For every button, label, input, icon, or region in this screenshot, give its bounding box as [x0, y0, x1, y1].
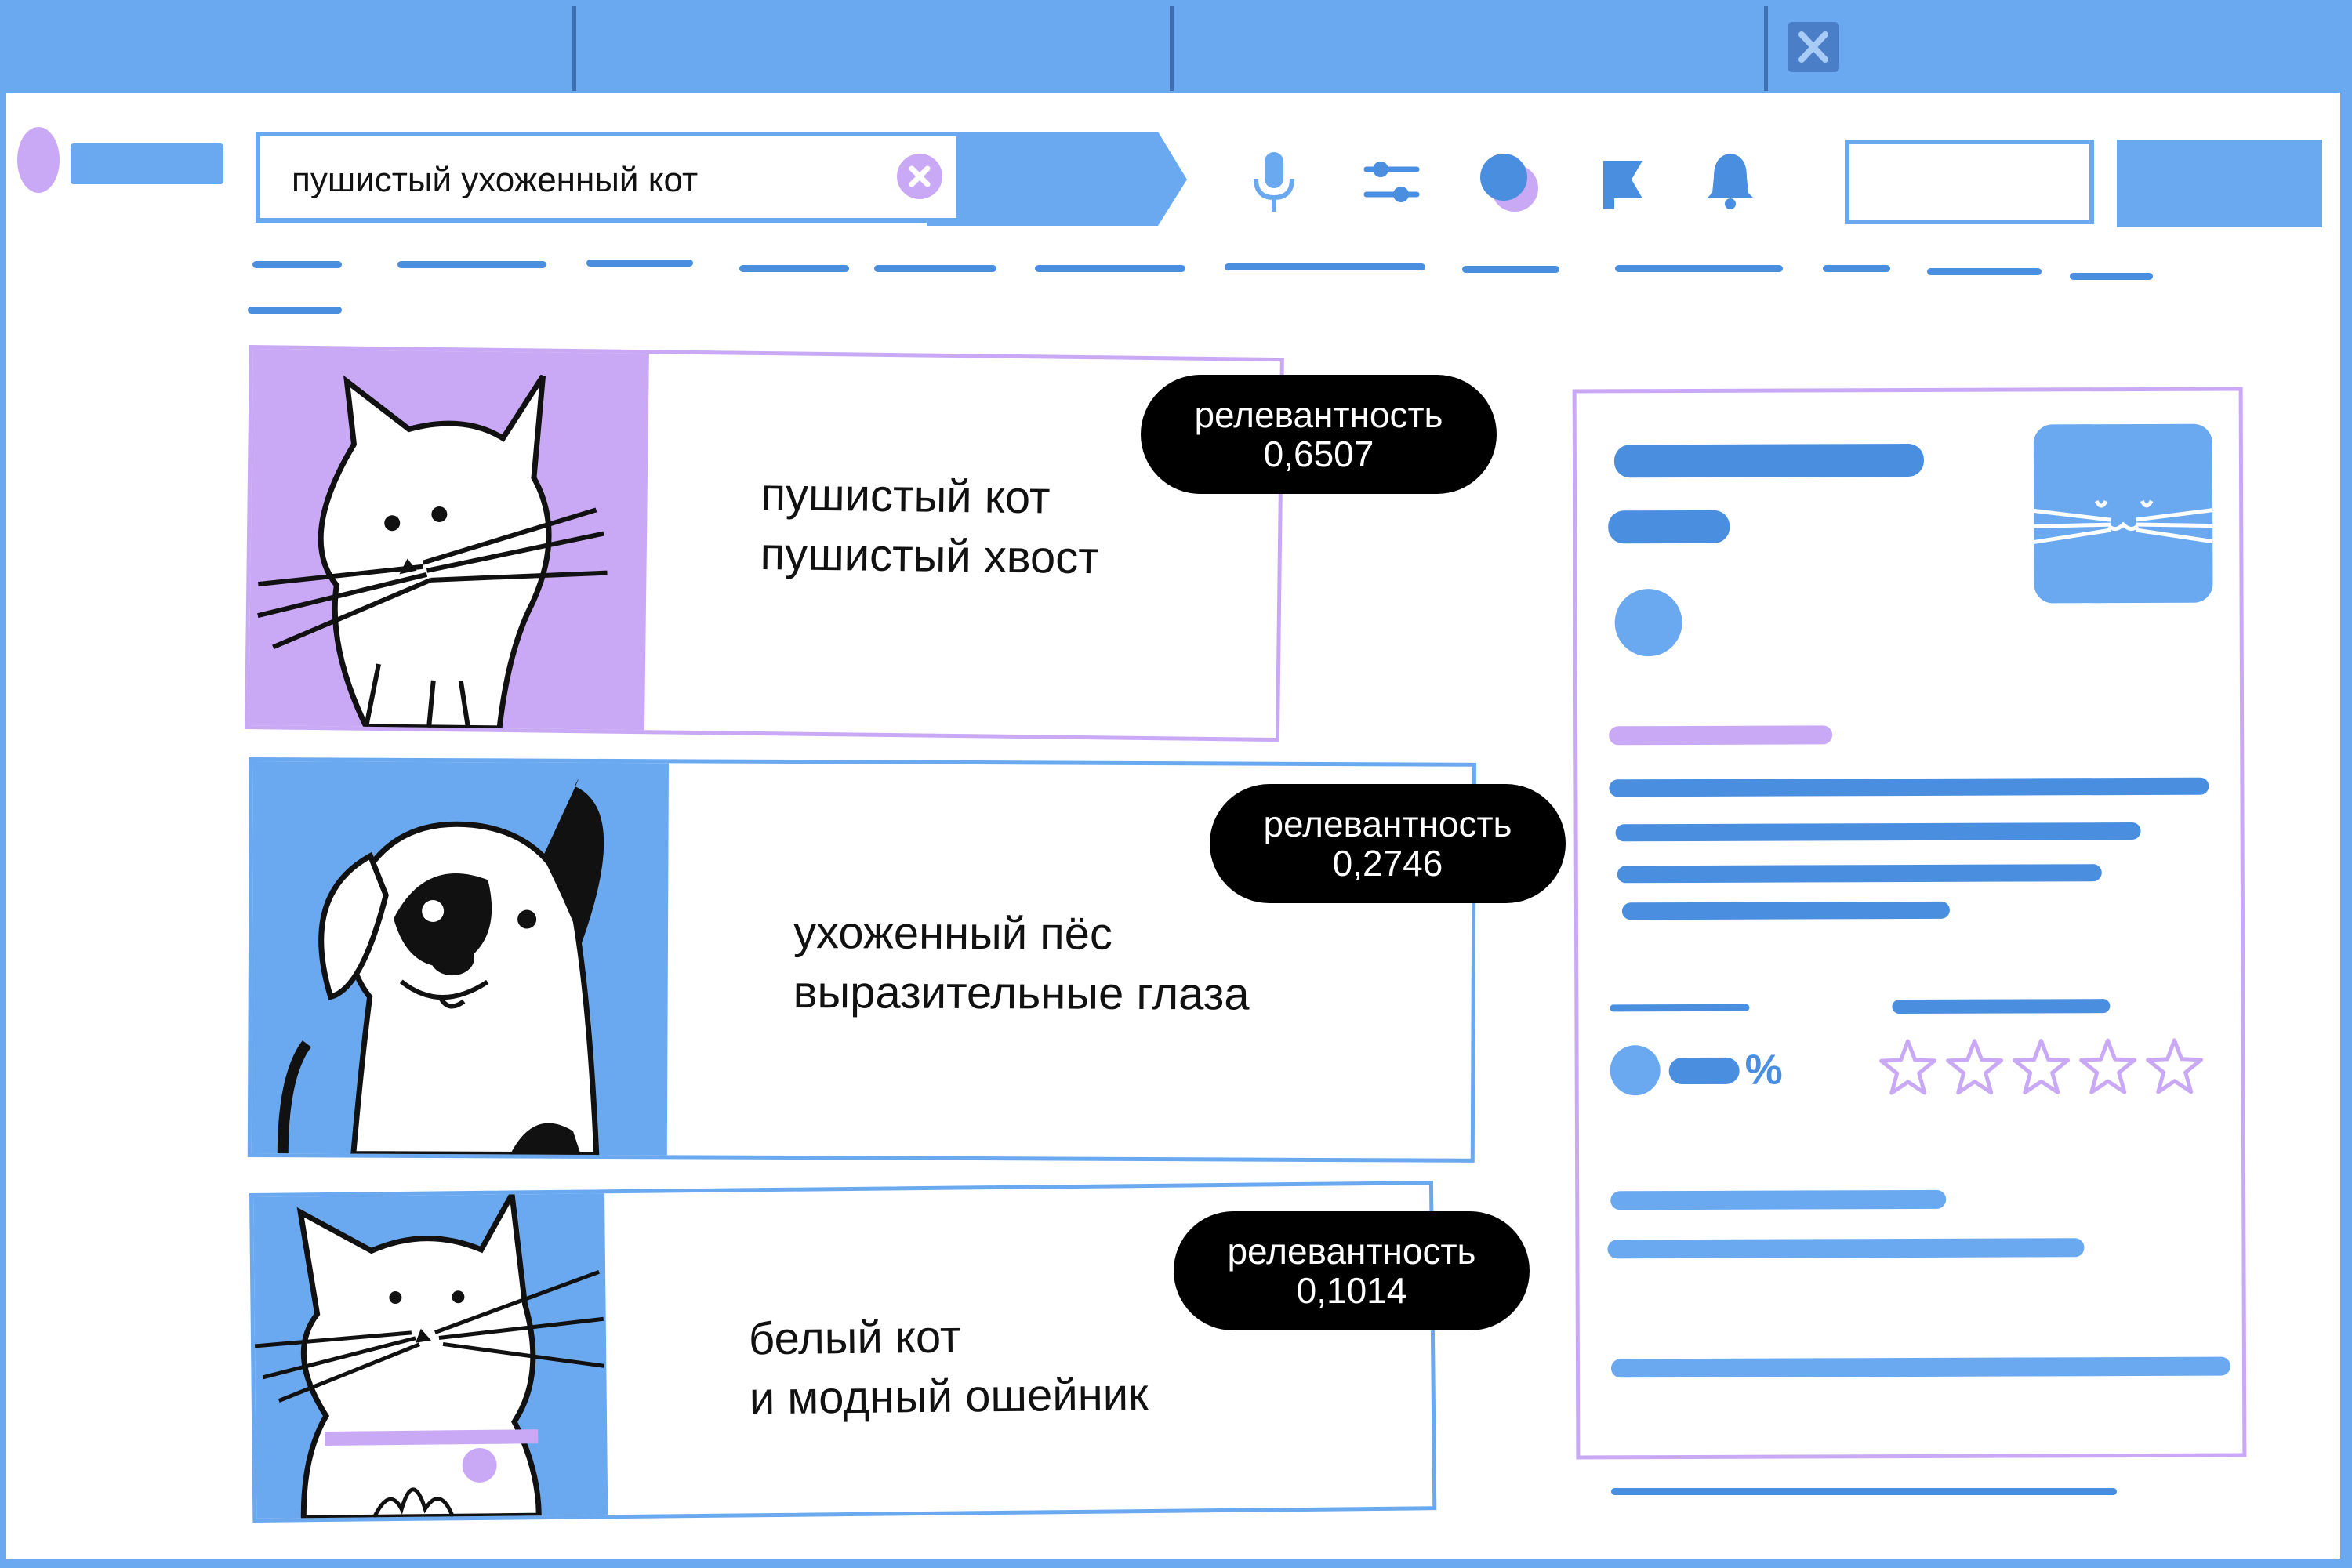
- result-thumbnail: [251, 761, 669, 1156]
- panel-dot: [1610, 1045, 1661, 1096]
- result-title: белый кот и модный ошейник: [749, 1305, 1149, 1428]
- panel-percent-bar: [1668, 1057, 1740, 1085]
- result-line-2: пушистый хвост: [760, 528, 1100, 584]
- browser-window: пушистый ухоженный кот пушистый кот пуши…: [0, 0, 2352, 1568]
- panel-text-line: [1610, 1189, 1947, 1210]
- tab-3[interactable]: [1174, 0, 1762, 93]
- tab-2[interactable]: [576, 0, 1172, 93]
- panel-text-line: [1607, 1238, 2085, 1259]
- flag-icon[interactable]: [1595, 153, 1650, 216]
- star-icon[interactable]: [1944, 1036, 2006, 1099]
- dog-icon: [277, 779, 604, 1156]
- result-line-1: белый кот: [748, 1311, 961, 1365]
- panel-text-line: [1617, 864, 2102, 884]
- rating-stars[interactable]: [1877, 1036, 2214, 1100]
- panel-text-line: [1610, 1356, 2231, 1378]
- relevance-label: релевантность: [1194, 394, 1443, 435]
- nav-link[interactable]: [1615, 265, 1783, 272]
- percent-symbol: %: [1744, 1046, 1783, 1094]
- side-panel: %: [1572, 387, 2247, 1460]
- filters-icon[interactable]: [1360, 155, 1423, 210]
- mic-icon[interactable]: [1247, 149, 1301, 220]
- result-title: пушистый кот пушистый хвост: [760, 465, 1100, 588]
- tab-strip: [0, 0, 2352, 93]
- relevance-value: 0,6507: [1263, 434, 1374, 474]
- result-line-2: и модный ошейник: [749, 1369, 1149, 1425]
- nav-link[interactable]: [397, 261, 546, 268]
- header-action-button[interactable]: [2117, 140, 2322, 227]
- nav-link[interactable]: [1035, 265, 1185, 272]
- star-icon[interactable]: [2143, 1036, 2206, 1098]
- star-icon[interactable]: [2077, 1036, 2140, 1098]
- search-bar: пушистый ухоженный кот: [252, 128, 1189, 231]
- nav-link[interactable]: [2070, 273, 2153, 280]
- star-icon[interactable]: [2010, 1036, 2073, 1098]
- panel-subtitle-bar: [1608, 510, 1730, 544]
- result-line-1: ухоженный пёс: [793, 907, 1113, 960]
- result-card[interactable]: пушистый кот пушистый хвост: [245, 345, 1284, 742]
- star-icon[interactable]: [1877, 1036, 1940, 1099]
- nav-link[interactable]: [1462, 266, 1559, 273]
- relevance-badge: релевантность 0,6507: [1141, 375, 1497, 494]
- panel-divider: [1892, 999, 2111, 1014]
- close-icon: [1798, 31, 1828, 63]
- panel-text-line: [1615, 822, 2141, 842]
- cat-face-icon: [2033, 499, 2213, 544]
- relevance-badge: релевантность 0,2746: [1210, 784, 1566, 903]
- close-tab-button[interactable]: [1788, 22, 1839, 72]
- nav-link[interactable]: [1225, 263, 1425, 270]
- avatar[interactable]: [17, 127, 60, 193]
- logo-placeholder[interactable]: [71, 143, 223, 184]
- panel-dot: [1614, 589, 1682, 657]
- relevance-value: 0,2746: [1332, 843, 1443, 884]
- bell-icon[interactable]: [1703, 149, 1758, 212]
- result-thumbnail: [253, 1193, 608, 1519]
- white-cat-icon: [257, 374, 608, 731]
- panel-cat-image: [2033, 423, 2213, 604]
- result-title: ухоженный пёс выразительные глаза: [793, 903, 1250, 1025]
- close-icon: [909, 165, 931, 187]
- relevance-label: релевантность: [1263, 804, 1512, 844]
- nav-link[interactable]: [1927, 268, 2042, 275]
- result-line-1: пушистый кот: [760, 468, 1051, 524]
- tab-divider: [1764, 6, 1768, 91]
- panel-tag-bar: [1609, 725, 1833, 746]
- search-query-text: пушистый ухоженный кот: [292, 161, 699, 199]
- relevance-value: 0,1014: [1296, 1270, 1407, 1311]
- header-input-box[interactable]: [1845, 140, 2094, 224]
- nav-link[interactable]: [586, 260, 693, 267]
- nav-link[interactable]: [874, 265, 996, 272]
- fluffy-cat-icon: [254, 1193, 604, 1519]
- result-thumbnail: [249, 349, 649, 731]
- nav-link[interactable]: [252, 261, 342, 268]
- panel-text-line: [1609, 777, 2209, 797]
- nav-link[interactable]: [248, 307, 342, 314]
- tab-1[interactable]: [0, 0, 572, 93]
- circles-icon[interactable]: [1474, 149, 1544, 220]
- panel-title-bar: [1613, 443, 1925, 478]
- relevance-badge: релевантность 0,1014: [1174, 1211, 1530, 1330]
- clear-search-button[interactable]: [897, 154, 942, 199]
- nav-link[interactable]: [1823, 265, 1890, 272]
- panel-text-line: [1621, 901, 1950, 920]
- search-input[interactable]: пушистый ухоженный кот: [256, 132, 961, 223]
- relevance-label: релевантность: [1227, 1231, 1476, 1272]
- nav-link[interactable]: [739, 265, 849, 272]
- result-line-2: выразительные глаза: [793, 967, 1250, 1020]
- panel-divider: [1610, 1004, 1750, 1012]
- footer-line: [1611, 1488, 2117, 1495]
